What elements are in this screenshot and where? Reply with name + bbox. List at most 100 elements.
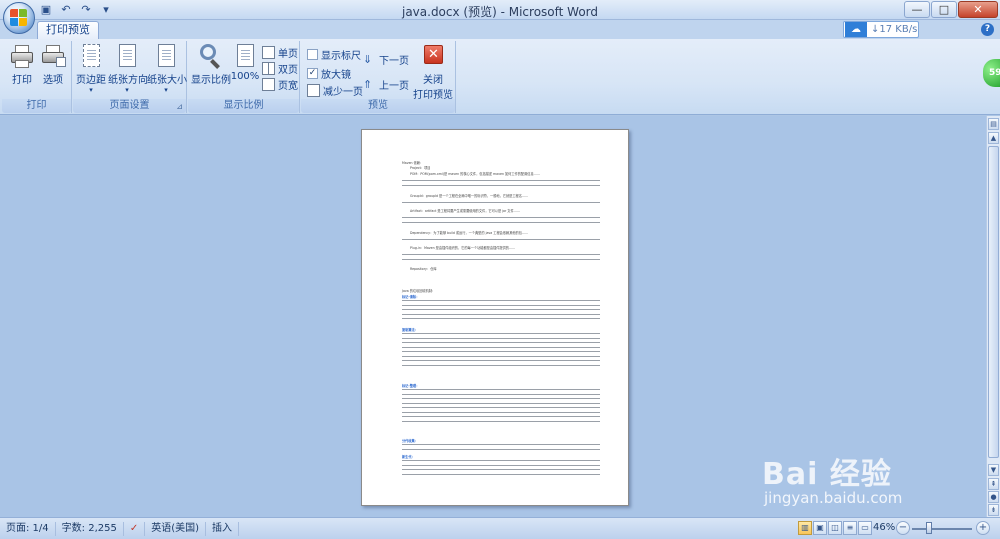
scroll-down-arrow-icon[interactable]: ▼ (988, 464, 999, 476)
office-logo-icon (10, 9, 28, 27)
maximize-button[interactable]: □ (931, 1, 957, 18)
doc-line: Artifact：artifact 是工程将要产生或需要使用的文件，它可以是 j… (410, 209, 521, 213)
zoom-in-icon[interactable]: + (976, 521, 990, 535)
close-print-preview-button[interactable]: ✕ 关闭 打印预览 (413, 43, 453, 101)
group-label-preview: 预览 (301, 99, 455, 113)
one-page-icon (262, 45, 275, 59)
print-options-icon (40, 43, 66, 69)
doc-text-block (402, 180, 600, 189)
doc-text-block (402, 300, 600, 323)
group-label-zoom: 显示比例 (188, 99, 299, 113)
browse-object-icon[interactable]: ● (988, 491, 999, 503)
zoom-out-icon[interactable]: − (896, 521, 910, 535)
page-width-icon (262, 77, 275, 91)
outline-view-icon[interactable]: ≡ (843, 521, 857, 535)
doc-text-block (402, 444, 600, 453)
status-insert-mode[interactable]: 插入 (206, 521, 240, 536)
full-screen-view-icon[interactable]: ▣ (813, 521, 827, 535)
zoom-level[interactable]: 46% (873, 522, 895, 533)
doc-text-block (402, 333, 600, 369)
status-bar: 页面: 1/4 字数: 2,255 ✓ 英语(美国) 插入 ▥ ▣ ◫ ≡ ▭ … (0, 517, 1000, 539)
status-language[interactable]: 英语(美国) (145, 521, 207, 536)
group-page-setup: 页边距 ▾ 纸张方向 ▾ 纸张大小 ▾ 页面设置 ⊿ (73, 41, 187, 113)
doc-para-label: 复制算法： (402, 328, 418, 332)
printer-icon (9, 43, 35, 69)
two-pages-icon (262, 61, 275, 75)
two-pages-button[interactable]: 双页 (262, 60, 298, 76)
chevron-down-icon: ▾ (89, 86, 93, 94)
scrollbar-thumb[interactable] (988, 146, 999, 458)
paper-size-button[interactable]: 纸张大小 ▾ (147, 43, 187, 94)
group-preview: 显示标尺 ✓ 放大镜 减少一页 ⇓ 下一页 ⇑ 上一页 ✕ 关闭 打印预览 预览 (301, 41, 456, 113)
magnifier-checkbox[interactable]: ✓ 放大镜 (307, 65, 351, 81)
previous-page-icon: ⇑ (363, 77, 373, 91)
doc-text-block (402, 389, 600, 425)
print-options-button[interactable]: 选项 (35, 43, 71, 86)
orientation-button[interactable]: 纸张方向 ▾ (108, 43, 148, 94)
margins-button[interactable]: 页边距 ▾ (74, 43, 108, 94)
chevron-down-icon: ▾ (125, 86, 129, 94)
window-controls: — □ ✕ (904, 1, 998, 18)
doc-para-label: 标记-清除： (402, 295, 420, 299)
shrink-page-icon (307, 83, 320, 97)
group-label-page-setup: 页面设置 (73, 99, 186, 113)
doc-line: POM：POM(pom.xml)是 maven 的核心文件，包括描述 maven… (410, 172, 541, 176)
web-layout-view-icon[interactable]: ◫ (828, 521, 842, 535)
doc-line: Plug-in：Maven 是由插件组织的，它的每一个功能都是由插件提供的…… (410, 246, 516, 250)
vertical-scrollbar[interactable]: ▤ ▲ ▼ ⇞ ● ⇟ (986, 116, 1000, 517)
minimize-button[interactable]: — (904, 1, 930, 18)
window-title: java.docx (预览) - Microsoft Word (401, 5, 599, 19)
show-ruler-checkbox[interactable]: 显示标尺 (307, 46, 361, 62)
proofing-icon[interactable]: ✓ (124, 521, 146, 536)
status-word-count[interactable]: 字数: 2,255 (56, 521, 124, 536)
dialog-launcher-icon[interactable]: ⊿ (176, 102, 183, 111)
scroll-up-arrow-icon[interactable]: ▲ (988, 132, 999, 144)
doc-para-label: 分代收集： (402, 439, 418, 443)
zoom-button[interactable]: 显示比例 (191, 43, 231, 86)
page-width-button[interactable]: 页宽 (262, 76, 298, 92)
zoom-100-button[interactable]: 100% (230, 43, 260, 82)
next-page-arrow-icon[interactable]: ⇟ (988, 504, 999, 516)
doc-heading-maven: Maven 依赖： (402, 161, 424, 165)
group-print: 打印 选项 打印 (2, 41, 72, 113)
magnifier-icon (197, 43, 223, 69)
close-window-button[interactable]: ✕ (958, 1, 998, 18)
cloud-icon: ☁ (845, 22, 867, 37)
office-button[interactable] (3, 2, 35, 34)
doc-line: Dependency：为了能够 build 或运行，一个典型的 java 工程会… (410, 231, 529, 235)
doc-text-block (402, 239, 600, 244)
previous-page-arrow-icon[interactable]: ⇞ (988, 478, 999, 490)
shrink-one-page-button[interactable]: 减少一页 (307, 82, 363, 98)
doc-para-label: 标记-整理： (402, 384, 420, 388)
checkbox-unchecked-icon (307, 48, 318, 60)
doc-para-label: 新生代： (402, 455, 415, 459)
next-page-icon: ⇓ (363, 52, 373, 66)
print-layout-view-icon[interactable]: ▥ (798, 521, 812, 535)
previous-page-button[interactable]: ⇑ 上一页 (363, 76, 409, 92)
network-speed-widget[interactable]: ☁ ↓17 KB/s (843, 21, 919, 38)
page-100-icon (232, 43, 258, 69)
document-page: Maven 依赖： Project：项目 POM：POM(pom.xml)是 m… (361, 129, 629, 506)
doc-line: Groupld：groupId 是一个工程在全局中唯一的标识符，一般地，它就是工… (410, 194, 529, 198)
preview-workspace: Maven 依赖： Project：项目 POM：POM(pom.xml)是 m… (0, 116, 986, 517)
draft-view-icon[interactable]: ▭ (858, 521, 872, 535)
tab-print-preview[interactable]: 打印预览 (37, 21, 99, 39)
zoom-slider-track[interactable] (912, 528, 972, 530)
orientation-icon (114, 43, 140, 69)
doc-line: Repository：仓库 (410, 267, 437, 271)
chevron-down-icon: ▾ (164, 86, 168, 94)
ruler-toggle-icon[interactable]: ▤ (988, 118, 999, 130)
doc-text-block (402, 202, 600, 207)
ribbon: 打印 选项 打印 页边距 ▾ 纸张方向 ▾ 纸张大小 ▾ 页面设置 ⊿ 显示比例… (0, 39, 1000, 115)
floating-badge[interactable]: 59 (983, 59, 1000, 87)
doc-text-block (402, 254, 600, 263)
one-page-button[interactable]: 单页 (262, 44, 298, 60)
next-page-button[interactable]: ⇓ 下一页 (363, 51, 409, 67)
view-buttons: ▥ ▣ ◫ ≡ ▭ (798, 521, 872, 535)
status-page-count[interactable]: 页面: 1/4 (0, 521, 56, 536)
checkbox-checked-icon: ✓ (307, 67, 318, 79)
doc-line: Project：项目 (410, 166, 431, 170)
zoom-slider-thumb[interactable] (926, 522, 932, 534)
close-icon: ✕ (420, 43, 446, 69)
help-icon[interactable]: ? (981, 23, 994, 36)
